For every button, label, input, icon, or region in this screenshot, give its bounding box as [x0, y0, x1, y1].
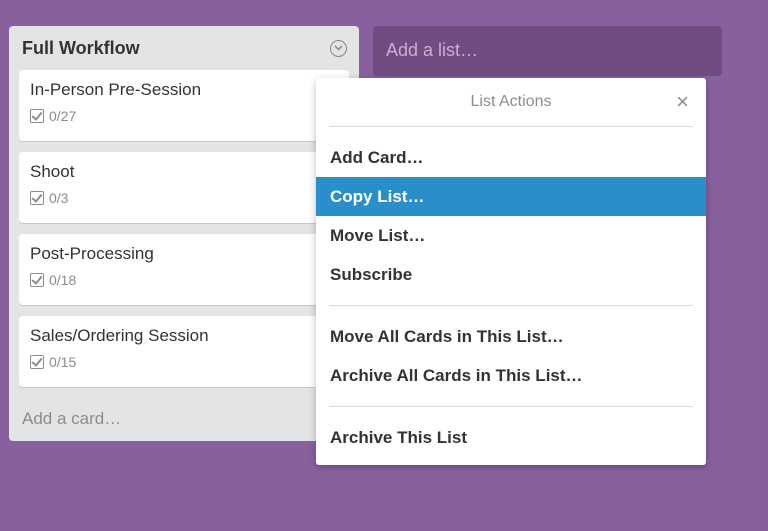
checklist-count: 0/15 [49, 354, 77, 370]
card[interactable]: Post-Processing 0/18 [19, 234, 349, 305]
card[interactable]: In-Person Pre-Session 0/27 [19, 70, 349, 141]
menu-item-add-card[interactable]: Add Card… [316, 138, 706, 177]
card-title: Shoot [30, 162, 75, 181]
chevron-down-icon[interactable] [330, 39, 347, 57]
list-actions-popover: List Actions × Add Card… Copy List… Move… [316, 78, 706, 465]
menu-item-copy-list[interactable]: Copy List… [316, 177, 706, 216]
checklist-icon [30, 273, 44, 287]
card[interactable]: Shoot 0/3 [19, 152, 349, 223]
checklist-icon [30, 191, 44, 205]
checklist-icon [30, 109, 44, 123]
divider [329, 406, 693, 407]
checklist-badge: 0/15 [30, 354, 338, 370]
popover-title: List Actions [470, 93, 552, 110]
checklist-badge: 0/27 [30, 108, 338, 124]
card-title: Sales/Ordering Session [30, 326, 209, 345]
card-title: In-Person Pre-Session [30, 80, 202, 99]
checklist-badge: 0/18 [30, 272, 338, 288]
list-full-workflow: Full Workflow In-Person Pre-Session 0/27… [9, 26, 359, 441]
list-header: Full Workflow [9, 26, 359, 70]
card[interactable]: Sales/Ordering Session 0/15 [19, 316, 349, 387]
checklist-count: 0/27 [49, 108, 77, 124]
add-card-button[interactable]: Add a card… [22, 409, 121, 429]
close-icon[interactable]: × [676, 91, 689, 113]
divider [329, 305, 693, 306]
list-title[interactable]: Full Workflow [22, 38, 140, 59]
menu-item-move-list[interactable]: Move List… [316, 216, 706, 255]
checklist-count: 0/18 [49, 272, 77, 288]
checklist-badge: 0/3 [30, 190, 338, 206]
menu-item-move-all-cards[interactable]: Move All Cards in This List… [316, 317, 706, 356]
popover-header: List Actions × [329, 78, 693, 127]
menu-item-archive-all-cards[interactable]: Archive All Cards in This List… [316, 356, 706, 395]
checklist-icon [30, 355, 44, 369]
menu-item-archive-list[interactable]: Archive This List [316, 418, 706, 457]
checklist-count: 0/3 [49, 190, 69, 206]
card-title: Post-Processing [30, 244, 154, 263]
add-list-button[interactable]: Add a list… [373, 26, 722, 76]
menu-item-subscribe[interactable]: Subscribe [316, 255, 706, 294]
